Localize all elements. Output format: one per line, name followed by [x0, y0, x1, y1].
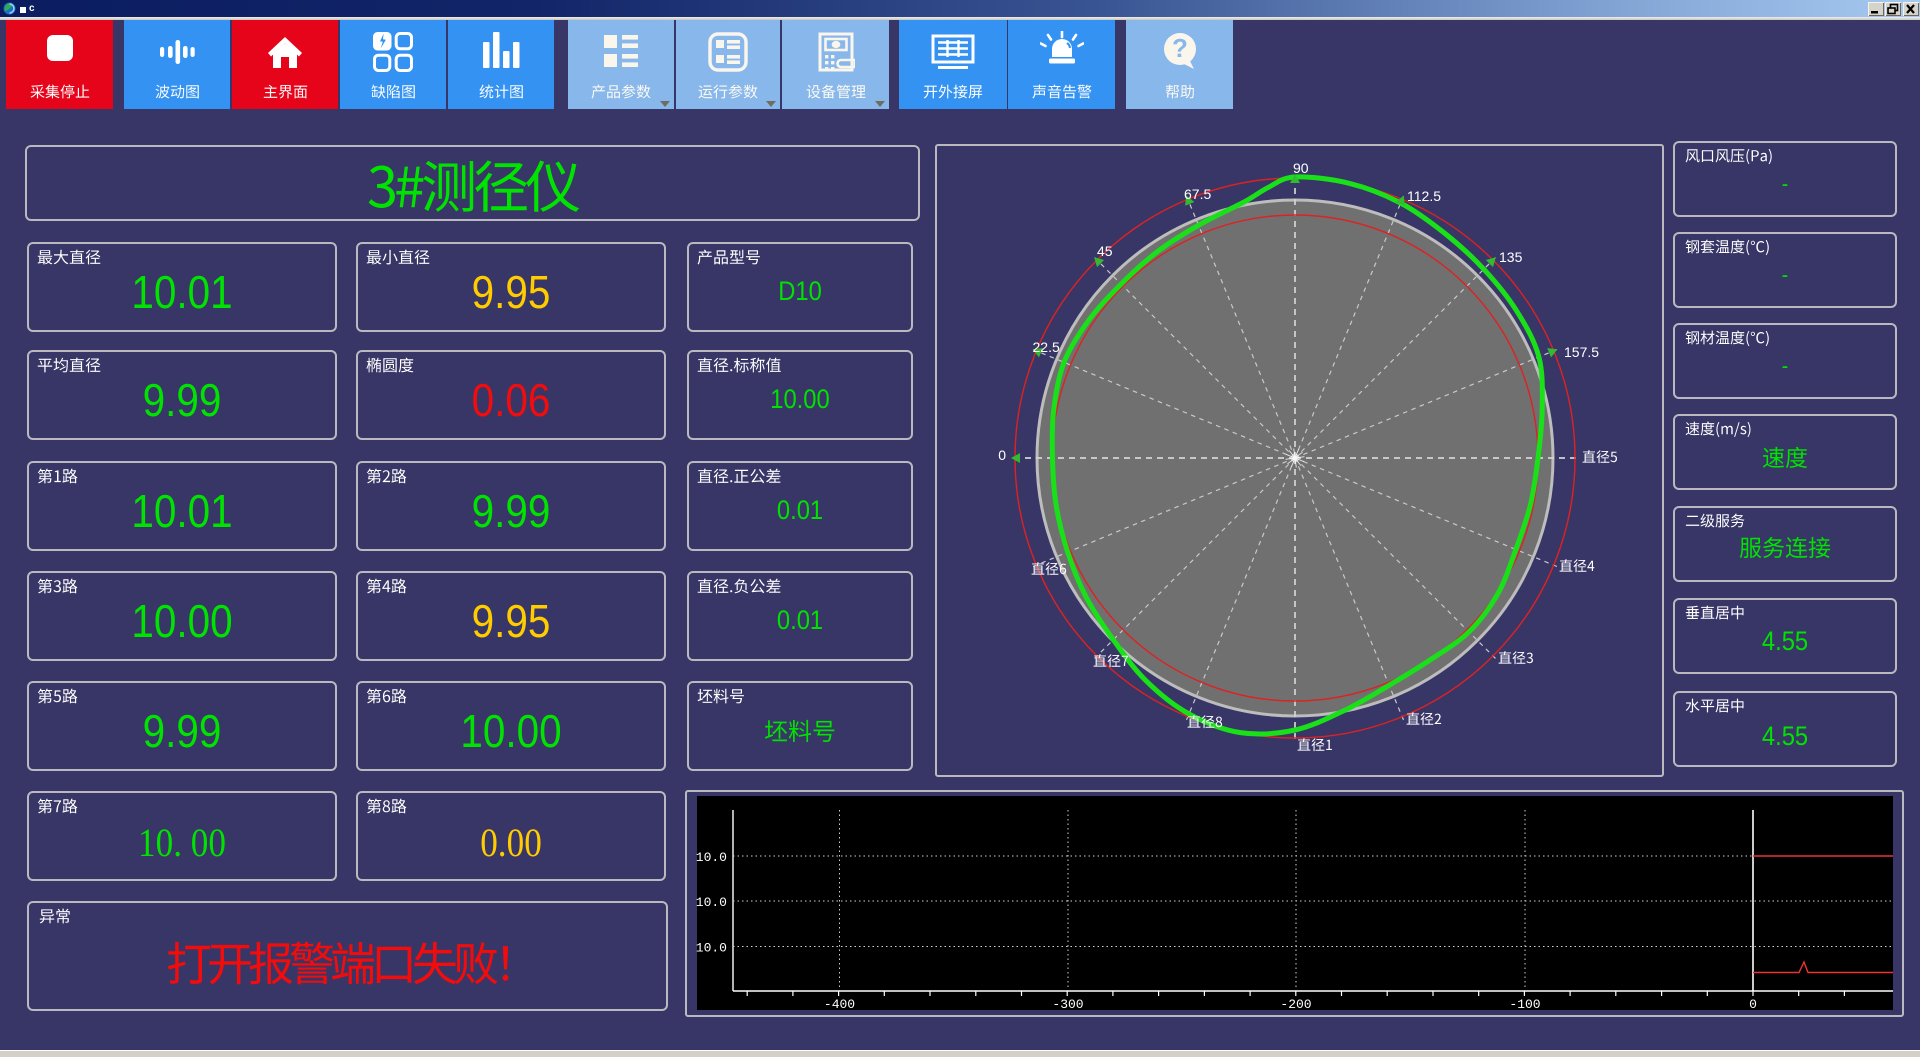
- svg-text:10.0: 10.0: [696, 850, 727, 865]
- svg-text:-100: -100: [1509, 997, 1540, 1012]
- svg-text:67.5: 67.5: [1184, 186, 1211, 202]
- svg-text:157.5: 157.5: [1564, 344, 1599, 360]
- svg-text:22.5: 22.5: [1033, 339, 1060, 355]
- svg-text:10.0: 10.0: [696, 941, 727, 956]
- svg-text:135: 135: [1499, 249, 1523, 265]
- svg-text:-300: -300: [1052, 997, 1083, 1012]
- svg-text:0: 0: [1749, 997, 1757, 1012]
- svg-text:0: 0: [998, 447, 1006, 463]
- svg-text:?: ?: [1172, 33, 1188, 63]
- svg-text:112.5: 112.5: [1407, 188, 1441, 204]
- svg-text:10.0: 10.0: [696, 895, 727, 910]
- svg-text:90: 90: [1293, 160, 1309, 176]
- svg-text:-400: -400: [824, 997, 855, 1012]
- svg-text:45: 45: [1097, 243, 1113, 259]
- svg-text:-200: -200: [1280, 997, 1311, 1012]
